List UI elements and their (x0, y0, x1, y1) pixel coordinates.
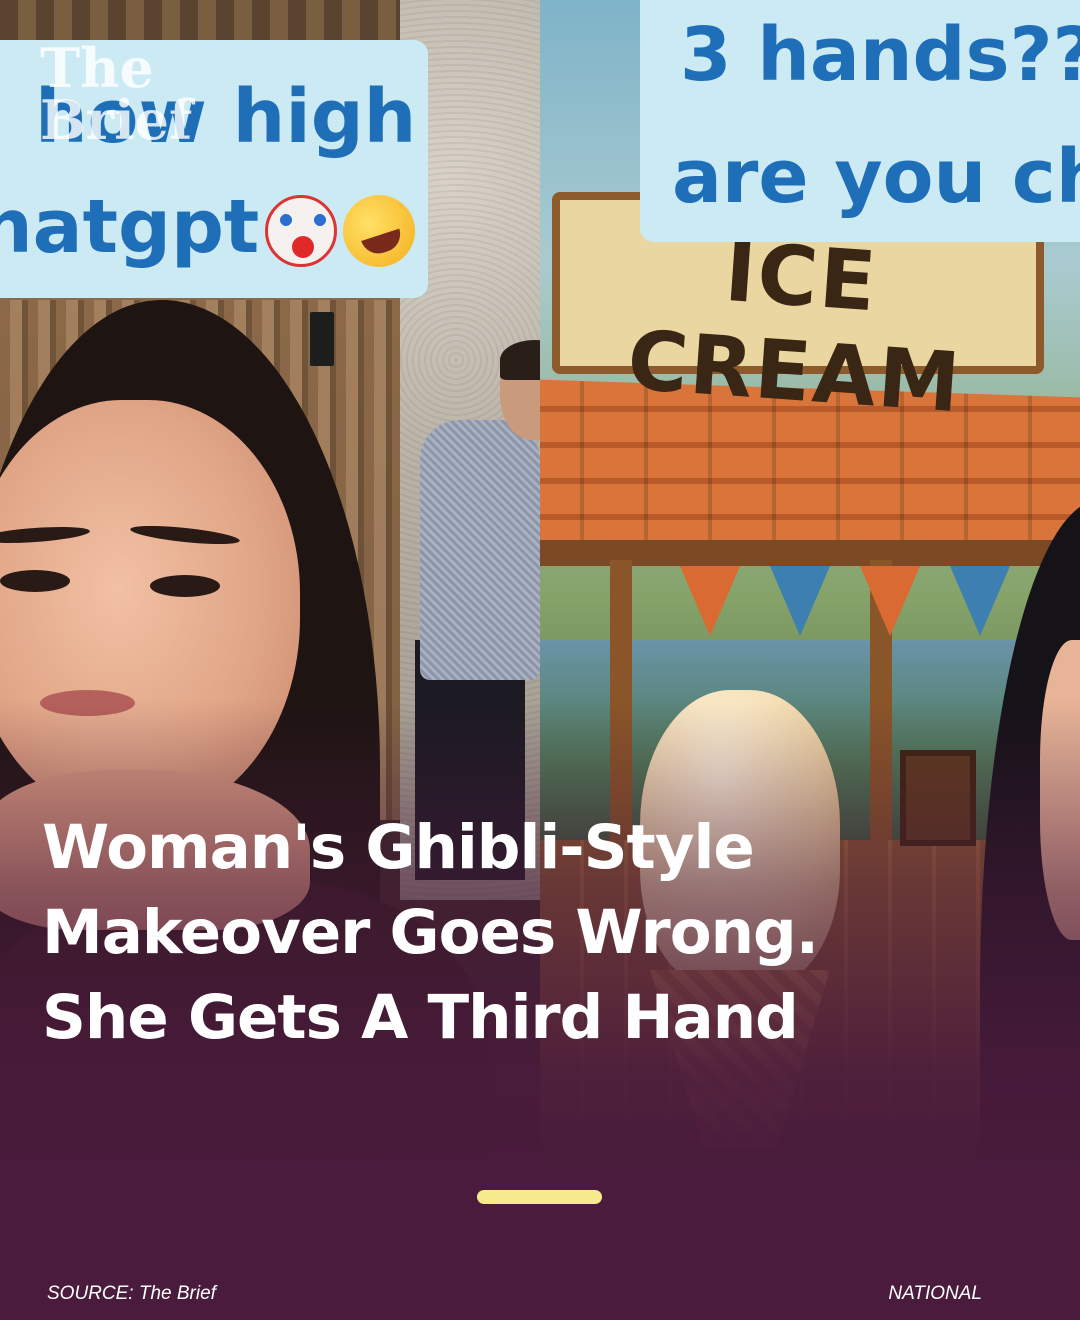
watermark-line-1: The (40, 36, 154, 100)
source-credit: SOURCE: The Brief (47, 1283, 216, 1304)
wall-speaker (310, 312, 334, 366)
pennant-blue (770, 566, 830, 636)
art-caption-line-2: are you ch (672, 134, 1080, 220)
pennant-orange (680, 566, 740, 636)
right-eye (150, 575, 220, 597)
photo-caption-line-2: hatgpt (0, 186, 425, 277)
photo-caption-line-2-text: hatgpt (0, 184, 260, 270)
rolling-laughing-icon (333, 186, 425, 277)
art-caption-line-1: 3 hands?? (680, 12, 1080, 98)
shop-sign-text: ICE CREAM (624, 224, 965, 432)
art-caption: 3 hands?? are you ch (640, 0, 1080, 242)
pennant-blue-2 (950, 566, 1010, 636)
watermark-line-2: Brief (40, 88, 193, 152)
background-man-shirt (420, 420, 540, 680)
clown-face-icon (265, 195, 338, 268)
story-headline[interactable]: Woman's Ghibli-Style Makeover Goes Wrong… (42, 805, 942, 1060)
story-card[interactable]: ICE CREAM how high hatgpt 3 hands?? are … (0, 0, 1080, 1320)
story-progress-indicator[interactable] (477, 1190, 602, 1204)
pennant-orange-2 (860, 566, 920, 636)
category-label[interactable]: NATIONAL (888, 1283, 982, 1305)
left-eye (0, 570, 70, 592)
brand-watermark-logo: The Brief (40, 36, 260, 152)
